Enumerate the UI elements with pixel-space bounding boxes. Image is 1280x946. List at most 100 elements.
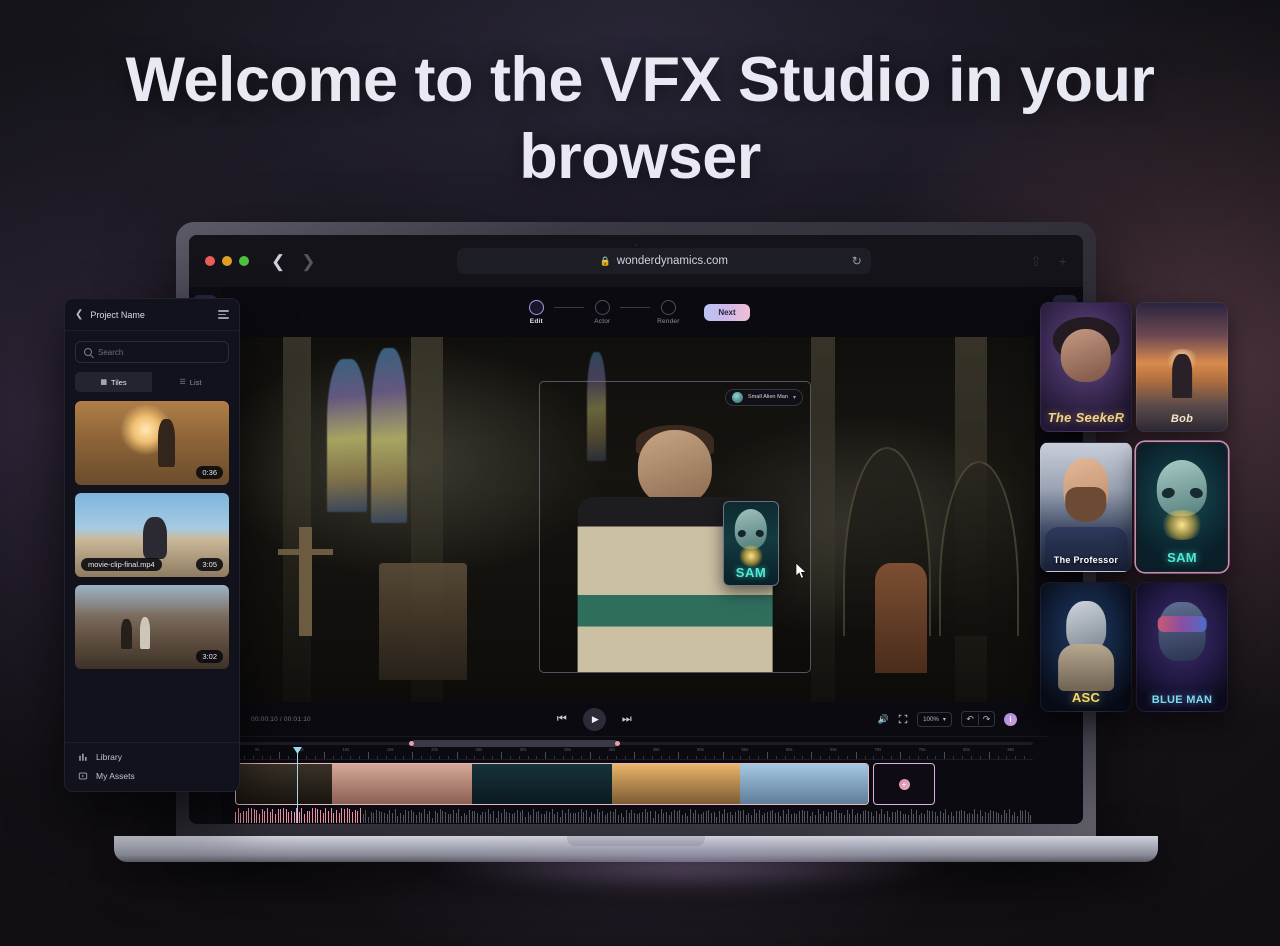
video-preview[interactable]: Small Alien Man ▾ SAM [235,337,1035,702]
waveform-bar [860,813,862,823]
step-edit[interactable]: Edit [518,299,554,325]
waveform-bar [463,813,465,823]
waveform-bar [721,813,723,823]
waveform-bar [748,812,750,823]
step-connector [554,307,585,308]
list-item[interactable]: movie-clip-final.mp4 3:05 [75,493,229,577]
dragged-character-card[interactable]: SAM [723,501,779,587]
waveform-bar [846,809,848,823]
waveform-bar [437,812,439,823]
close-window-button[interactable] [205,256,215,266]
address-bar[interactable]: 🔒 wonderdynamics.com ↻ [456,248,871,274]
hamburger-icon[interactable] [218,310,229,319]
step-actor[interactable]: Actor [584,299,620,325]
new-tab-icon[interactable]: + [1059,253,1067,270]
stained-glass-window [327,358,367,513]
waveform-bar [777,812,779,823]
waveform-bar [330,808,332,823]
assets-panel-header: ❮ Project Name [65,299,239,331]
waveform-bar [929,810,931,823]
clip-strip[interactable] [235,763,869,805]
table-row[interactable] [472,764,612,804]
redo-icon[interactable]: ↷ [978,713,994,725]
waveform-bar [766,812,768,823]
forward-icon[interactable]: ❯ [301,253,315,270]
skip-previous-icon[interactable]: ⏮ [557,713,567,725]
maximize-window-button[interactable] [239,256,249,266]
play-button[interactable]: ▶ [582,707,606,731]
minimize-window-button[interactable] [222,256,232,266]
ruler-tick [403,756,405,759]
back-icon[interactable]: ❮ [271,253,285,270]
table-row[interactable] [332,764,472,804]
sidebar-item-my-assets[interactable]: My Assets [77,770,227,781]
list-item[interactable]: 0:36 [75,401,229,485]
waveform-bar [987,813,989,823]
list-view-button[interactable]: ☰ List [152,372,229,392]
actor-name-dropdown[interactable]: Small Alien Man ▾ [724,388,803,406]
table-row[interactable] [740,764,868,804]
waveform-bar [242,811,244,823]
search-input[interactable] [98,347,220,357]
ruler-tick [962,756,964,759]
table-row[interactable] [236,764,332,804]
waveform-bar [969,812,971,823]
ruler-tick [784,756,786,759]
skip-next-icon[interactable]: ⏭ [622,713,632,725]
list-icon: ☰ [179,379,186,386]
character-card-bob[interactable]: Bob [1136,302,1228,432]
undo-icon[interactable]: ↶ [962,714,978,725]
character-card-sam[interactable]: SAM [1136,442,1228,572]
ruler-tick [713,756,715,759]
table-row[interactable] [612,764,740,804]
ruler-tick [438,756,440,759]
fit-to-screen-icon[interactable] [898,714,908,724]
zoom-level-dropdown[interactable]: 100% ▾ [917,711,952,727]
info-button[interactable]: i [1004,712,1017,726]
sidebar-item-library[interactable]: Library [77,751,227,762]
waveform-bar [458,809,460,823]
tiles-view-button[interactable]: ▦ Tiles [75,372,152,392]
share-icon[interactable]: ⇧ [1030,253,1042,270]
waveform-bar [500,812,502,823]
back-icon[interactable]: ❮ [75,309,83,320]
reload-icon[interactable]: ↻ [852,254,862,268]
character-art [1157,616,1207,632]
ruler-tick [288,756,290,759]
waveform-bar [705,811,707,823]
step-render[interactable]: Render [650,299,686,325]
character-card-asc[interactable]: ASC [1040,582,1132,712]
ruler-tick [829,756,831,759]
waveform-bar [881,808,883,823]
waveform-bar [782,810,784,823]
search-field[interactable] [75,341,229,363]
add-clip-button[interactable]: + [873,763,935,805]
timeline-scrollbar[interactable] [235,740,1033,747]
next-button[interactable]: Next [704,303,750,321]
ruler-label: 50s [697,747,704,752]
sidebar-item-label: My Assets [96,770,135,781]
waveform-bar [907,814,909,823]
step-connector [620,307,651,308]
waveform-bar [506,811,508,823]
character-card-seeker[interactable]: The SeekeR [1040,302,1132,432]
waveform-bar [543,814,545,823]
waveform-bar [314,808,316,823]
scrollbar-thumb[interactable] [408,740,621,747]
ruler-tick [634,752,635,759]
volume-icon[interactable]: 🔊 [878,714,889,724]
waveform-bar [602,811,604,823]
ruler-tick [988,752,990,759]
ruler-label: 0s [254,747,260,752]
playhead[interactable] [297,747,298,823]
timeline-ruler[interactable]: 0s 5s 10s 15s 20s 25s 30s 35s 40s 45s 50s 55s 60s 65s… [235,747,1033,760]
list-item[interactable]: 3:02 [75,585,229,669]
ruler-tick [385,756,387,759]
alien-face [734,508,768,549]
ruler-tick [642,756,644,759]
waveform-bar [450,813,452,823]
waveform-bar [434,811,436,823]
character-card-professor[interactable]: The Professor [1040,442,1132,572]
waveform-bar [485,812,487,823]
character-card-blueman[interactable]: BLUE MAN [1136,582,1228,712]
